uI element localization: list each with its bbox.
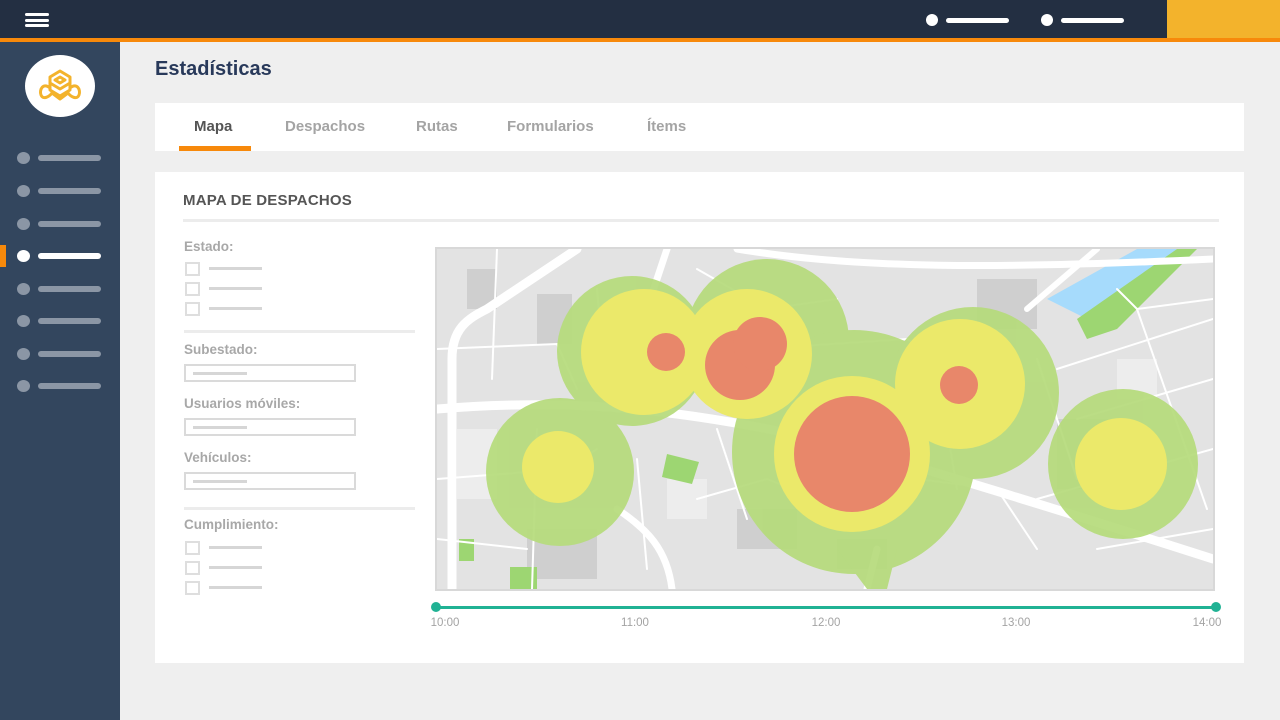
value-placeholder <box>193 426 247 429</box>
subestado-label: Subestado: <box>184 342 258 357</box>
checkbox[interactable] <box>185 261 200 276</box>
label-placeholder <box>38 221 101 227</box>
divider <box>184 330 415 333</box>
dot-icon <box>17 218 30 230</box>
checkbox[interactable] <box>185 281 200 296</box>
cumplimiento-option-3[interactable] <box>185 580 262 595</box>
dot-icon <box>926 14 938 26</box>
dot-icon <box>17 250 30 262</box>
heat-zone-medium <box>522 431 594 503</box>
label-placeholder <box>38 318 101 324</box>
estado-option-2[interactable] <box>185 281 262 296</box>
sidebar-item-8[interactable] <box>0 376 120 396</box>
card-title: MAPA DE DESPACHOS <box>183 192 352 209</box>
top-nav-item-1[interactable] <box>926 14 1009 26</box>
label-placeholder <box>38 155 101 161</box>
sidebar-item-5[interactable] <box>0 279 120 299</box>
dot-icon <box>17 283 30 295</box>
checkbox[interactable] <box>185 540 200 555</box>
heat-zone-high <box>733 317 787 371</box>
dot-icon <box>17 380 30 392</box>
label-placeholder <box>38 351 101 357</box>
sidebar-item-7[interactable] <box>0 344 120 364</box>
hamburger-menu-icon[interactable] <box>25 13 49 27</box>
subestado-input[interactable] <box>184 364 356 382</box>
label-placeholder <box>38 383 101 389</box>
divider <box>183 219 1219 222</box>
sidebar-item-1[interactable] <box>0 148 120 168</box>
topbar-stripe <box>0 38 1280 42</box>
heat-zone-high <box>794 396 910 512</box>
checkbox[interactable] <box>185 301 200 316</box>
label-placeholder <box>38 253 101 259</box>
divider <box>184 507 415 510</box>
usuarios-moviles-input[interactable] <box>184 418 356 436</box>
heat-zone-high <box>647 333 685 371</box>
checkbox[interactable] <box>185 560 200 575</box>
dot-icon <box>17 315 30 327</box>
topbar-accent-block[interactable] <box>1167 0 1280 38</box>
heat-zone-medium <box>1075 418 1167 510</box>
estado-label: Estado: <box>184 239 234 254</box>
label-placeholder <box>209 267 262 270</box>
label-placeholder <box>209 287 262 290</box>
vehiculos-label: Vehículos: <box>184 450 252 465</box>
page-title: Estadísticas <box>155 58 272 80</box>
tab-rutas[interactable]: Rutas <box>416 118 458 135</box>
label-placeholder <box>209 586 262 589</box>
heatmap-map[interactable] <box>435 247 1215 591</box>
sidebar-item-6[interactable] <box>0 311 120 331</box>
label-placeholder <box>38 188 101 194</box>
label-placeholder <box>209 566 262 569</box>
estado-option-3[interactable] <box>185 301 262 316</box>
sidebar-item-4-active[interactable] <box>0 245 120 267</box>
timeline-tick: 13:00 <box>1001 617 1031 629</box>
active-tab-indicator <box>179 146 251 151</box>
tab-items[interactable]: Ítems <box>647 118 686 135</box>
tab-mapa[interactable]: Mapa <box>194 118 232 135</box>
tab-bar: Mapa Despachos Rutas Formularios Ítems <box>155 103 1244 151</box>
time-range-slider[interactable] <box>431 602 1221 612</box>
label-placeholder <box>38 286 101 292</box>
timeline-tick: 10:00 <box>430 617 460 629</box>
map-canvas <box>437 249 1213 589</box>
tab-formularios[interactable]: Formularios <box>507 118 594 135</box>
dot-icon <box>17 185 30 197</box>
slider-handle-start[interactable] <box>431 602 441 612</box>
timeline-tick: 12:00 <box>811 617 841 629</box>
cumplimiento-label: Cumplimiento: <box>184 517 279 532</box>
label-placeholder <box>1061 17 1124 23</box>
cumplimiento-option-2[interactable] <box>185 560 262 575</box>
logo[interactable] <box>25 55 95 117</box>
top-bar <box>0 0 1280 38</box>
estado-option-1[interactable] <box>185 261 262 276</box>
top-nav-item-2[interactable] <box>1041 14 1124 26</box>
sidebar-item-2[interactable] <box>0 181 120 201</box>
cumplimiento-option-1[interactable] <box>185 540 262 555</box>
value-placeholder <box>193 480 247 483</box>
usuarios-moviles-label: Usuarios móviles: <box>184 396 301 411</box>
sidebar <box>0 42 120 720</box>
label-placeholder <box>209 307 262 310</box>
bee-logo-icon <box>39 69 81 101</box>
timeline-tick: 11:00 <box>621 617 649 629</box>
vehiculos-input[interactable] <box>184 472 356 490</box>
dot-icon <box>17 152 30 164</box>
tab-despachos[interactable]: Despachos <box>285 118 365 135</box>
sidebar-item-3[interactable] <box>0 214 120 234</box>
dot-icon <box>17 348 30 360</box>
checkbox[interactable] <box>185 580 200 595</box>
timeline-tick: 14:00 <box>1192 617 1222 629</box>
slider-track[interactable] <box>436 606 1216 609</box>
heat-zone-high <box>940 366 978 404</box>
dispatch-map-card: MAPA DE DESPACHOS Estado: Subestado: Usu… <box>155 172 1244 663</box>
active-marker <box>0 245 6 267</box>
value-placeholder <box>193 372 247 375</box>
slider-handle-end[interactable] <box>1211 602 1221 612</box>
dot-icon <box>1041 14 1053 26</box>
label-placeholder <box>209 546 262 549</box>
label-placeholder <box>946 17 1009 23</box>
